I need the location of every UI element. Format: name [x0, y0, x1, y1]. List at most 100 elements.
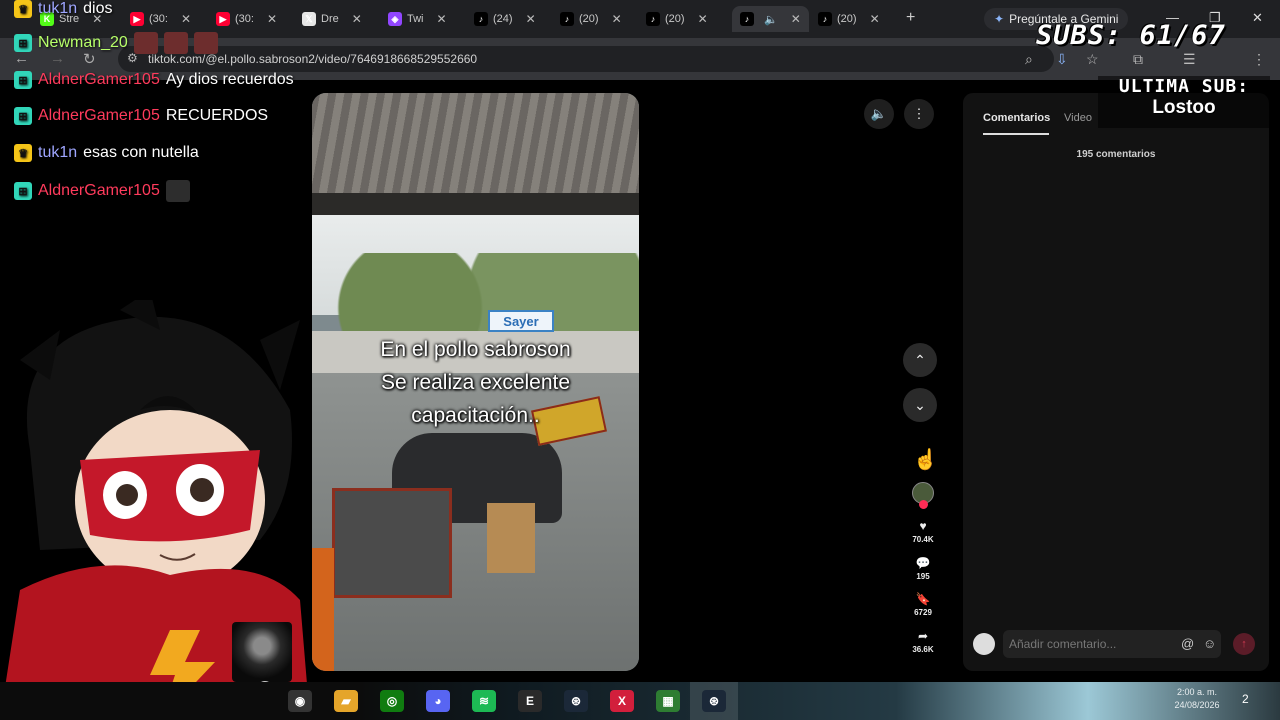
tiktok-icon: ♪ — [474, 12, 488, 26]
media-control-icon[interactable]: ☰ — [1183, 51, 1196, 68]
save-count: 6729 — [914, 608, 932, 617]
windows-taskbar — [0, 682, 1280, 720]
save-button[interactable]: 🔖 6729 — [903, 592, 943, 617]
tab-title: (20) — [579, 13, 599, 25]
chat-message: ♛ tuk1n dios — [14, 0, 113, 18]
taskbar-epic-icon[interactable]: E — [518, 690, 542, 712]
chevron-down-icon: ⌄ — [914, 396, 926, 413]
browser-tab-6[interactable]: ♪ (24) ✕ — [474, 6, 536, 32]
hand-cursor-icon: ☝ — [913, 449, 938, 471]
notification-count: 2 — [1242, 692, 1249, 706]
taskbar-steam-icon[interactable]: ⊛ — [564, 690, 588, 712]
taskbar-files-icon[interactable]: ▰ — [334, 690, 358, 712]
chat-text: Ay dios recuerdos — [165, 71, 294, 88]
notifications-icon[interactable]: 2 — [1242, 692, 1249, 706]
install-app-icon[interactable]: ⇩ — [1056, 51, 1068, 68]
previous-video-button[interactable]: ⌃ — [903, 343, 937, 377]
gift-badge-icon: ⊞ — [14, 34, 32, 52]
send-comment-button[interactable]: ↑ — [1233, 633, 1255, 655]
tiktok-icon: ♪ — [560, 12, 574, 26]
comment-button[interactable]: 💬 195 — [903, 556, 943, 581]
close-tab-icon[interactable]: ✕ — [870, 12, 880, 26]
taskbar-steam2-icon[interactable]: ⊛ — [702, 690, 726, 712]
comment-placeholder: Añadir comentario... — [1009, 637, 1117, 651]
bookmark-icon: 🔖 — [915, 592, 931, 606]
chat-text: esas con nutella — [83, 144, 199, 161]
active-tab-indicator — [983, 133, 1049, 135]
crown-badge-icon: ♛ — [14, 0, 32, 18]
tab-title: (24) — [493, 13, 513, 25]
chat-message: ♛ tuk1n esas con nutella — [14, 144, 199, 162]
heart-icon: ♥ — [919, 519, 927, 533]
taskbar-discord-icon[interactable]: ◕ — [426, 690, 450, 712]
chat-emote — [133, 32, 158, 54]
video-carton — [487, 503, 535, 573]
tab-videos[interactable]: Video — [1064, 112, 1092, 124]
close-tab-icon[interactable]: ✕ — [791, 12, 801, 26]
comment-input[interactable]: Añadir comentario... @ ☺ — [1003, 630, 1221, 658]
new-tab-icon[interactable]: + — [906, 9, 915, 27]
browser-tab-8[interactable]: ♪ (20) ✕ — [646, 6, 708, 32]
volume-icon[interactable]: 🔈 — [864, 99, 894, 129]
bookmark-star-icon[interactable]: ☆ — [1086, 51, 1099, 68]
more-options-icon[interactable]: ⋮ — [904, 99, 934, 129]
system-clock[interactable]: 2:00 a. m. 24/08/2026 — [1160, 686, 1234, 712]
chat-emote — [163, 32, 188, 54]
close-tab-icon[interactable]: ✕ — [612, 12, 622, 26]
taskbar-minecraft-icon[interactable]: ▦ — [656, 690, 680, 712]
extensions-icon[interactable]: ⧉ — [1133, 51, 1143, 68]
comment-count: 195 — [916, 572, 930, 581]
follow-plus-icon[interactable] — [919, 500, 928, 509]
close-tab-icon[interactable]: ✕ — [437, 12, 447, 26]
chat-text: dios — [83, 0, 113, 17]
like-button[interactable]: ♥ 70.4K — [903, 519, 943, 544]
video-caption: En el pollo sabroson Se realiza excelent… — [312, 333, 639, 432]
arrow-up-icon: ↑ — [1241, 638, 1247, 650]
mention-icon[interactable]: @ — [1181, 636, 1194, 651]
like-count: 70.4K — [912, 535, 934, 544]
stream-chat-overlay: ♛ tuk1n dios ⊞ Newman_20 ⊞ AldnerGamer105 Ay di… — [0, 0, 330, 210]
chat-username: Newman_20 — [38, 34, 128, 51]
emoji-icon[interactable]: ☺ — [1203, 636, 1216, 651]
comment-count-label: 195 comentarios — [1076, 149, 1156, 160]
tab-comments[interactable]: Comentarios — [983, 112, 1050, 124]
taskbar-xbox-icon[interactable]: ◎ — [380, 690, 404, 712]
chat-emote — [165, 180, 190, 202]
tab-title: Twi — [407, 13, 424, 25]
crown-badge-icon: ♛ — [14, 144, 32, 162]
chat-message: ⊞ AldnerGamer105 Ay dios recuerdos — [14, 71, 294, 89]
next-video-button[interactable]: ⌄ — [903, 388, 937, 422]
browser-tab-7[interactable]: ♪ (20) ✕ — [560, 6, 622, 32]
close-tab-icon[interactable]: ✕ — [352, 12, 362, 26]
chat-message: ⊞ Newman_20 — [14, 32, 218, 54]
chat-message: ⊞ AldnerGamer105 — [14, 180, 190, 202]
tab-title: (20) — [665, 13, 685, 25]
caption-line-1: En el pollo sabroson — [380, 338, 571, 361]
close-window-icon[interactable]: ✕ — [1252, 10, 1263, 26]
share-button[interactable]: ➦ 36.6K — [903, 629, 943, 654]
browser-tab-5[interactable]: ◈ Twi ✕ — [388, 6, 447, 32]
comments-panel: Comentarios Video 195 comentarios Añadir… — [963, 93, 1269, 671]
chat-username: tuk1n — [38, 0, 78, 17]
close-tab-icon[interactable]: ✕ — [698, 12, 708, 26]
last-sub-title: ULTIMA SUB: — [1118, 76, 1250, 97]
taskbar-spotify-icon[interactable]: ≋ — [472, 690, 496, 712]
browser-tab-10[interactable]: ♪ (20) ✕ — [818, 6, 880, 32]
video-player[interactable]: Sayer En el pollo sabroson Se realiza ex… — [312, 93, 639, 671]
taskbar-obs-icon[interactable]: ◉ — [288, 690, 312, 712]
taskbar-x-icon[interactable]: X — [610, 690, 634, 712]
tiktok-icon: ♪ — [740, 12, 754, 26]
tiktok-icon: ♪ — [646, 12, 660, 26]
comment-icon: 💬 — [915, 556, 931, 570]
subs-counter: SUBS: 61/67 — [1036, 20, 1226, 51]
close-tab-icon[interactable]: ✕ — [526, 12, 536, 26]
share-icon: ➦ — [917, 629, 929, 643]
tiktok-icon: ♪ — [818, 12, 832, 26]
menu-dots-icon[interactable]: ⋮ — [1252, 51, 1266, 68]
clock-time: 2:00 a. m. — [1176, 687, 1218, 697]
gift-badge-icon: ⊞ — [14, 182, 32, 200]
browser-tab-9[interactable]: ♪ 🔈 ✕ — [732, 6, 809, 32]
zoom-icon[interactable]: ⌕ — [1025, 51, 1033, 68]
chat-username: AldnerGamer105 — [38, 107, 160, 124]
tab-audio-icon[interactable]: 🔈 — [764, 13, 778, 26]
